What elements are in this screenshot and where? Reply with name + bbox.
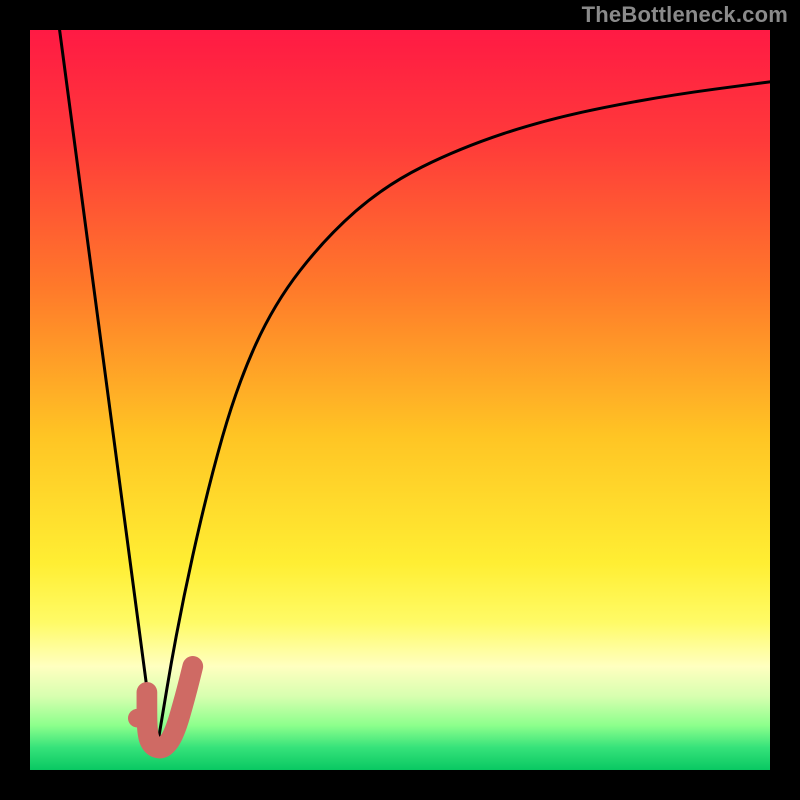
- outer-frame: TheBottleneck.com: [0, 0, 800, 800]
- left-branch-curve: [60, 30, 156, 755]
- right-branch-curve: [156, 82, 770, 755]
- j-dot-marker: [128, 709, 147, 728]
- watermark-text: TheBottleneck.com: [582, 2, 788, 28]
- curve-layer: [30, 30, 770, 770]
- plot-area: [30, 30, 770, 770]
